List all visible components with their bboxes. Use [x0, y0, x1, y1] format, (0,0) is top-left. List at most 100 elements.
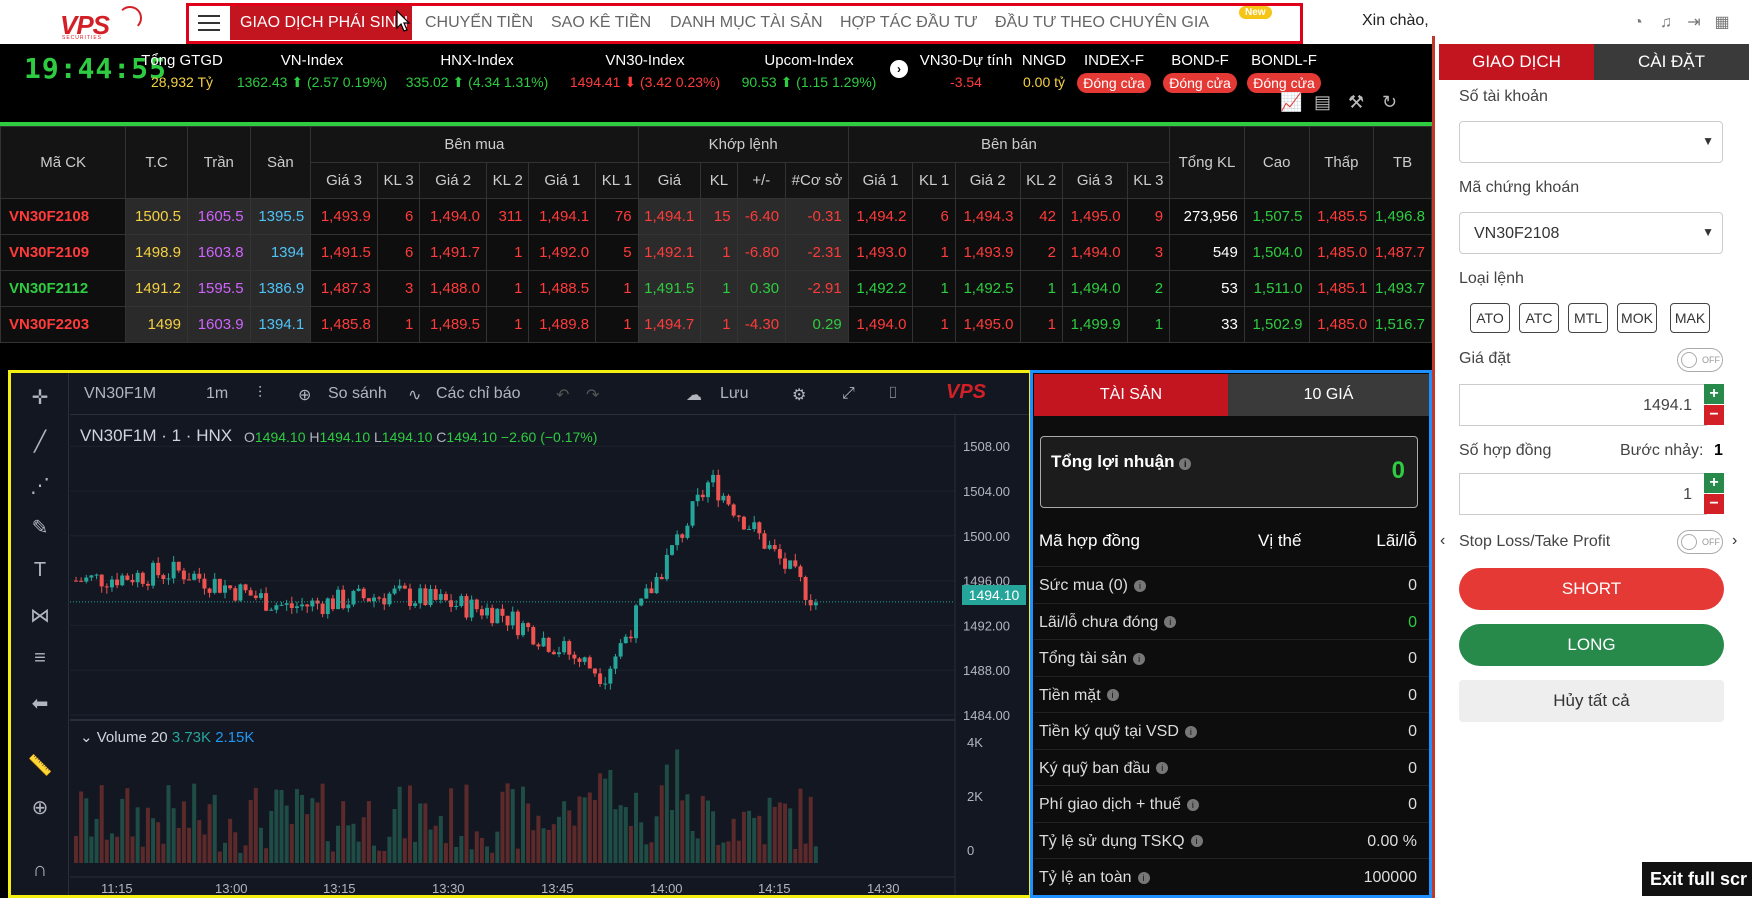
- col-high[interactable]: Cao: [1243, 126, 1310, 199]
- nav-item-partnership[interactable]: HỢP TÁC ĐẦU TƯ: [840, 6, 978, 40]
- board-cell[interactable]: 1: [595, 270, 639, 307]
- board-cell[interactable]: 6: [376, 198, 421, 235]
- hamburger-menu-icon[interactable]: [190, 7, 228, 39]
- board-cell[interactable]: 1,494.1: [637, 198, 702, 235]
- board-cell[interactable]: 1,491.7: [419, 234, 488, 271]
- board-cell[interactable]: -4.30: [736, 306, 787, 343]
- subcol-14[interactable]: Giá 3: [1061, 162, 1128, 199]
- board-cell[interactable]: 1,488.5: [528, 270, 597, 307]
- subcol-11[interactable]: KL 1: [912, 162, 956, 199]
- col-avg[interactable]: TB: [1373, 126, 1432, 199]
- board-cell[interactable]: 2: [1019, 234, 1063, 271]
- board-cell[interactable]: 1,499.9: [1061, 306, 1128, 343]
- board-cell[interactable]: 6: [912, 198, 956, 235]
- board-row[interactable]: VN30F2108 1500.5 1605.5 1395.5 1,493.9 6 1,494…: [0, 198, 1432, 235]
- board-cell[interactable]: 1: [1126, 306, 1171, 343]
- board-cell[interactable]: 1: [376, 306, 421, 343]
- sltp-next-chevron-icon[interactable]: ›: [1732, 532, 1737, 550]
- hnx-block[interactable]: HNX-Index 335.02 ⬆ (4.34 1.31%): [396, 52, 558, 91]
- vnindex-block[interactable]: VN-Index 1362.43 ⬆ (2.57 0.19%): [232, 52, 392, 91]
- subcol-6[interactable]: Giá: [637, 162, 702, 199]
- col-floor[interactable]: Sàn: [249, 126, 312, 199]
- board-cell[interactable]: 1: [595, 306, 639, 343]
- order-type-mtl[interactable]: MTL: [1568, 303, 1608, 333]
- info-icon[interactable]: i: [1133, 652, 1146, 665]
- subcol-0[interactable]: Giá 3: [310, 162, 378, 199]
- qty-minus-icon[interactable]: −: [1704, 494, 1724, 514]
- board-cell[interactable]: 3: [376, 270, 421, 307]
- subcol-9[interactable]: #Cơ sở: [785, 162, 849, 199]
- subcol-2[interactable]: Giá 2: [419, 162, 488, 199]
- price-toggle[interactable]: OFF: [1677, 348, 1723, 372]
- bell-icon[interactable]: ♫: [1656, 14, 1676, 34]
- subcol-12[interactable]: Giá 2: [954, 162, 1021, 199]
- account-select[interactable]: ▼: [1459, 121, 1723, 163]
- nav-item-portfolio[interactable]: DANH MỤC TÀI SẢN: [670, 6, 823, 40]
- order-type-ato[interactable]: ATO: [1470, 303, 1510, 333]
- logout-icon[interactable]: ⇥: [1684, 12, 1704, 32]
- order-type-mak[interactable]: MAK: [1670, 303, 1710, 333]
- board-cell[interactable]: 1: [912, 234, 956, 271]
- board-cell[interactable]: 9: [1126, 198, 1171, 235]
- board-cell[interactable]: 6: [376, 234, 421, 271]
- board-cell[interactable]: -6.80: [736, 234, 787, 271]
- nav-item-statement[interactable]: SAO KÊ TIỀN: [551, 6, 651, 40]
- info-icon[interactable]: i: [1106, 689, 1119, 702]
- col-code[interactable]: Mã CK: [0, 126, 127, 199]
- col-ref[interactable]: T.C: [125, 126, 188, 199]
- col-total[interactable]: Tổng KL: [1169, 126, 1245, 199]
- board-cell[interactable]: 1: [486, 306, 530, 343]
- board-cell[interactable]: 1,491.5: [637, 270, 702, 307]
- order-type-atc[interactable]: ATC: [1519, 303, 1559, 333]
- board-cell[interactable]: 1,492.0: [528, 234, 597, 271]
- price-minus-icon[interactable]: −: [1704, 405, 1724, 425]
- subcol-10[interactable]: Giá 1: [847, 162, 914, 199]
- board-cell[interactable]: 1,491.5: [310, 234, 378, 271]
- board-cell[interactable]: 1,488.0: [419, 270, 488, 307]
- subcol-7[interactable]: KL: [700, 162, 738, 199]
- board-row[interactable]: VN30F2203 1499 1603.9 1394.1 1,485.8 1 1,489.5…: [0, 306, 1432, 343]
- tab-ten-prices[interactable]: 10 GIÁ: [1228, 374, 1429, 416]
- grid-icon[interactable]: ▦: [1712, 12, 1732, 32]
- symbol-select[interactable]: VN30F2108 ▼: [1459, 212, 1723, 254]
- board-cell[interactable]: 42: [1019, 198, 1063, 235]
- row-code[interactable]: VN30F2112: [0, 270, 127, 307]
- row-code[interactable]: VN30F2203: [0, 306, 127, 343]
- board-cell[interactable]: 5: [595, 234, 639, 271]
- board-cell[interactable]: 1,494.0: [419, 198, 488, 235]
- board-cell[interactable]: 1,494.2: [847, 198, 914, 235]
- board-cell[interactable]: 1,492.1: [637, 234, 702, 271]
- board-cell[interactable]: 1,494.0: [1061, 234, 1128, 271]
- info-icon[interactable]: i: [1179, 458, 1192, 470]
- qty-plus-icon[interactable]: +: [1704, 473, 1724, 493]
- board-cell[interactable]: 1,485.8: [310, 306, 378, 343]
- board-cell[interactable]: 1,487.3: [310, 270, 378, 307]
- subcol-1[interactable]: KL 3: [376, 162, 421, 199]
- qty-input[interactable]: 1: [1459, 473, 1707, 515]
- board-cell[interactable]: 1,493.9: [310, 198, 378, 235]
- sltp-toggle[interactable]: OFF: [1677, 530, 1723, 554]
- board-row[interactable]: VN30F2112 1491.2 1595.5 1386.9 1,487.3 3 1,488…: [0, 270, 1432, 307]
- chart-icon[interactable]: 📈: [1280, 92, 1304, 116]
- info-icon[interactable]: i: [1164, 616, 1177, 629]
- sltp-prev-chevron-icon[interactable]: ‹: [1440, 532, 1445, 550]
- subcol-4[interactable]: Giá 1: [528, 162, 597, 199]
- tab-trade[interactable]: GIAO DỊCH: [1439, 44, 1594, 80]
- board-cell[interactable]: 1,492.2: [847, 270, 914, 307]
- board-cell[interactable]: 1: [1019, 270, 1063, 307]
- info-icon[interactable]: i: [1133, 579, 1146, 592]
- board-cell[interactable]: 1,494.3: [954, 198, 1021, 235]
- board-cell[interactable]: 311: [486, 198, 530, 235]
- board-cell[interactable]: 1,489.8: [528, 306, 597, 343]
- board-cell[interactable]: 0.29: [785, 306, 849, 343]
- info-icon[interactable]: i: [1137, 871, 1150, 884]
- nav-item-expert-investing[interactable]: ĐẦU TƯ THEO CHUYÊN GIA: [995, 6, 1209, 40]
- price-input[interactable]: 1494.1: [1459, 384, 1707, 426]
- board-cell[interactable]: 3: [1126, 234, 1171, 271]
- board-cell[interactable]: 1,494.1: [528, 198, 597, 235]
- subcol-15[interactable]: KL 3: [1126, 162, 1171, 199]
- board-cell[interactable]: 1,494.0: [847, 306, 914, 343]
- upcom-block[interactable]: Upcom-Index 90.53 ⬆ (1.15 1.29%): [734, 52, 884, 91]
- tab-settings[interactable]: CÀI ĐẶT: [1594, 44, 1749, 80]
- board-cell[interactable]: -2.91: [785, 270, 849, 307]
